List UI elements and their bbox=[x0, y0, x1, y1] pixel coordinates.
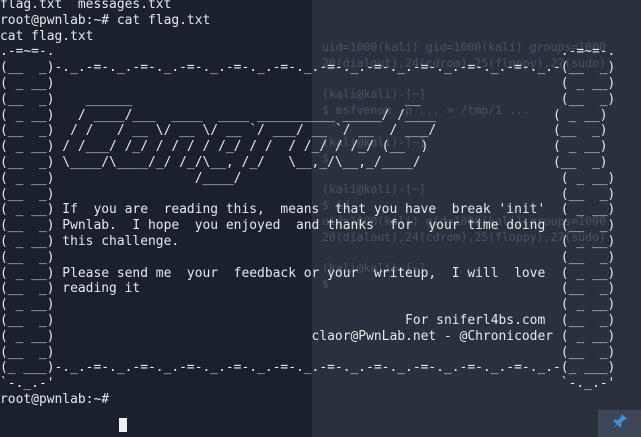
shell-prompt: root@pwnlab:~# bbox=[0, 391, 117, 407]
text-cursor bbox=[119, 418, 127, 432]
terminal-output[interactable]: flag.txt messages.txt root@pwnlab:~# cat… bbox=[0, 0, 615, 408]
desktop-screen: uid=1000(kali) gid=1000(kali) groups=100… bbox=[0, 0, 641, 437]
pin-button[interactable] bbox=[598, 410, 641, 437]
pin-icon bbox=[612, 413, 628, 434]
terminal-scrollback: flag.txt messages.txt root@pwnlab:~# cat… bbox=[0, 0, 616, 392]
